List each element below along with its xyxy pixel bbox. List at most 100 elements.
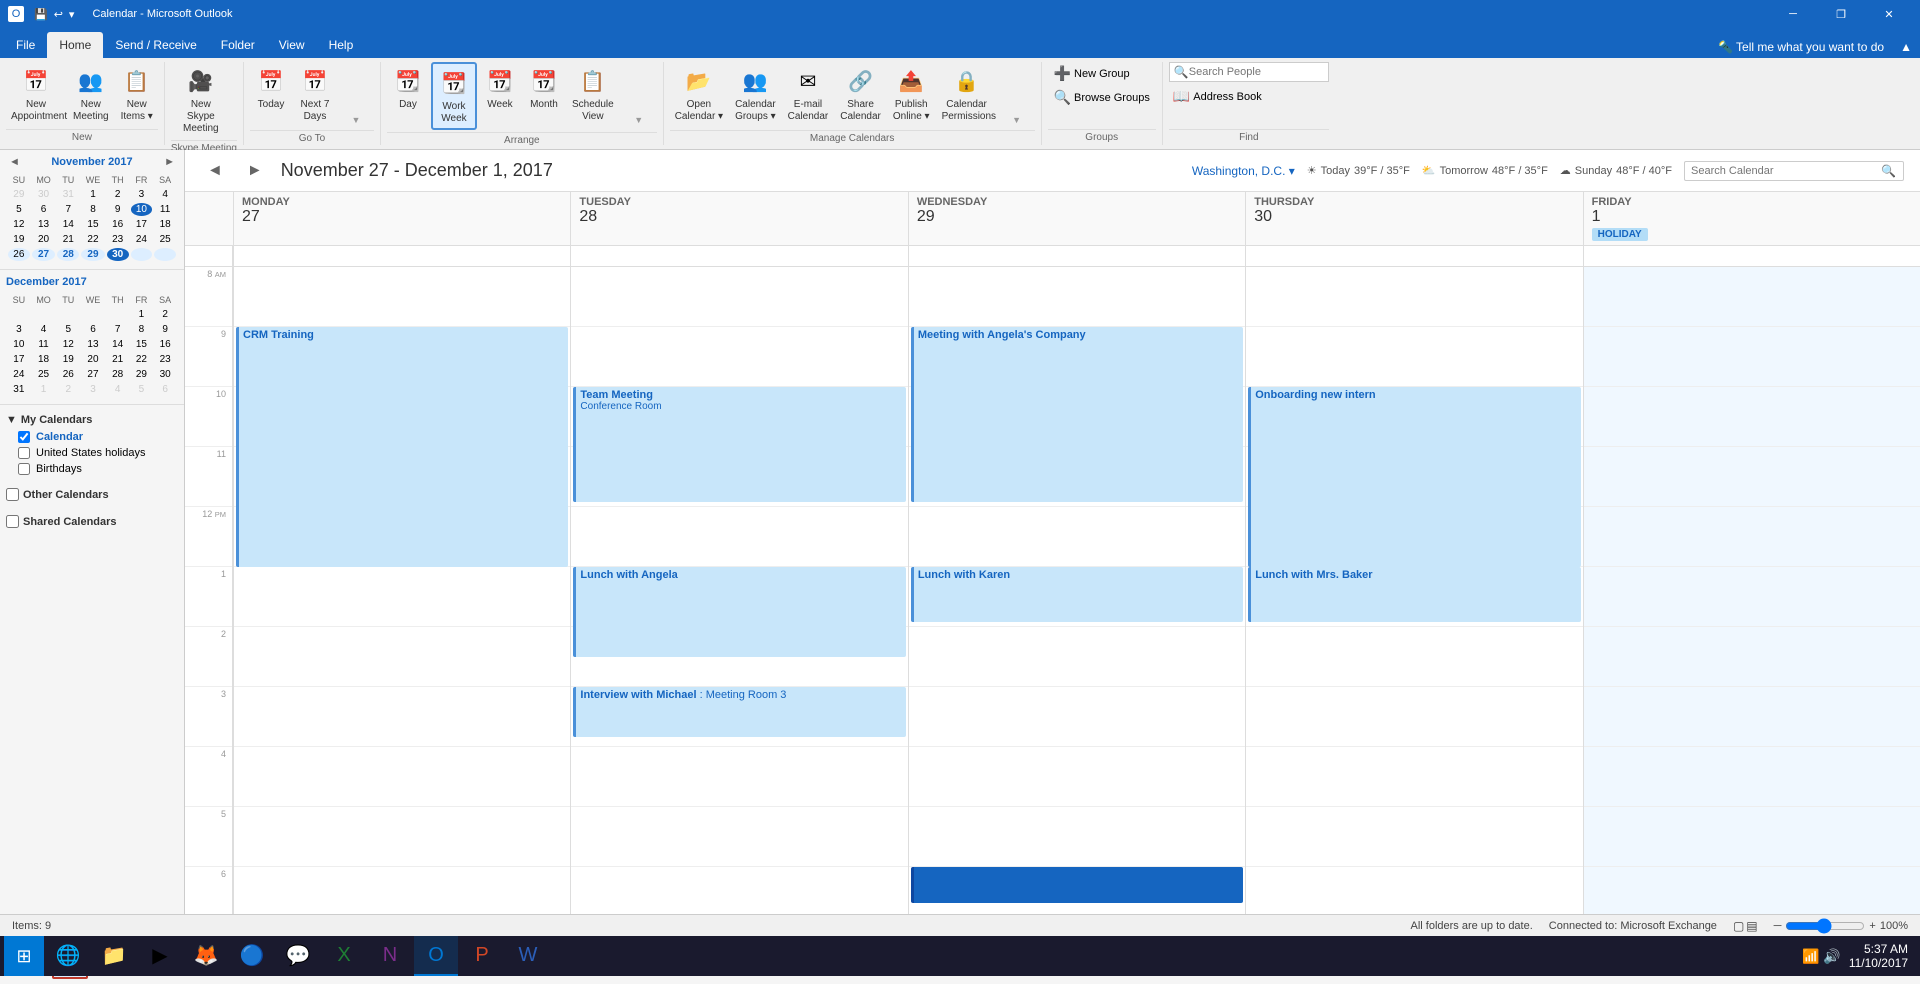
wednesday-slot-8[interactable] (909, 267, 1245, 327)
cal-day[interactable]: 31 (8, 383, 30, 396)
cal-day[interactable]: 14 (57, 218, 79, 231)
cal-day[interactable]: 2 (57, 383, 79, 396)
zoom-slider[interactable] (1785, 918, 1865, 934)
cal-day[interactable]: 28 (107, 368, 129, 381)
day-header-friday[interactable]: FRIDAY 1 Holiday (1583, 192, 1920, 245)
new-meeting-button[interactable]: 👥 NewMeeting (68, 62, 114, 126)
day-col-wednesday[interactable]: Meeting with Angela's Company Lunch with… (908, 267, 1245, 914)
day-view-button[interactable]: 📆 Day (387, 62, 429, 114)
day-col-friday[interactable] (1583, 267, 1920, 914)
cal-day[interactable]: 27 (81, 368, 105, 381)
cal-day[interactable]: 4 (32, 323, 56, 336)
cal-day[interactable]: 22 (81, 233, 105, 246)
cal-day[interactable]: 25 (154, 233, 176, 246)
thursday-slot-6[interactable] (1246, 867, 1582, 914)
tuesday-slot-6[interactable] (571, 867, 907, 914)
reading-view-button[interactable]: ▤ (1746, 919, 1757, 933)
calendar-item-birthdays[interactable]: Birthdays (6, 461, 178, 477)
cal-next-button[interactable]: ► (241, 160, 269, 182)
cal-day[interactable]: 18 (154, 218, 176, 231)
cal-day[interactable]: 21 (107, 353, 129, 366)
my-calendars-header[interactable]: ▼ My Calendars (6, 411, 178, 429)
cal-day[interactable]: 9 (154, 323, 176, 336)
cal-day[interactable]: 7 (107, 323, 129, 336)
calendar-search-input[interactable] (1691, 165, 1881, 177)
friday-slot-4[interactable] (1584, 747, 1920, 807)
thursday-slot-8[interactable] (1246, 267, 1582, 327)
prev-month-button[interactable]: ◄ (6, 156, 23, 168)
cal-day[interactable]: 22 (131, 353, 153, 366)
cal-day[interactable]: 20 (81, 353, 105, 366)
new-group-button[interactable]: ➕ New Group (1048, 62, 1156, 85)
search-icon[interactable]: 🔍 (1881, 164, 1896, 178)
cal-day[interactable] (32, 308, 56, 321)
cal-day[interactable]: 9 (107, 203, 129, 216)
cal-day[interactable]: 30 (154, 368, 176, 381)
friday-slot-10[interactable] (1584, 387, 1920, 447)
taskbar-onenote[interactable]: N (368, 936, 412, 976)
arrange-more-button[interactable]: ▼ (621, 62, 657, 128)
event-angela-company[interactable]: Meeting with Angela's Company (911, 327, 1243, 502)
thursday-slot-5[interactable] (1246, 807, 1582, 867)
cal-day[interactable]: 23 (154, 353, 176, 366)
thursday-slot-4[interactable] (1246, 747, 1582, 807)
allday-monday[interactable] (233, 246, 570, 266)
event-dark-blue[interactable] (911, 867, 1243, 903)
calendar-permissions-button[interactable]: 🔒 CalendarPermissions (937, 62, 997, 126)
friday-slot-6[interactable] (1584, 867, 1920, 914)
monday-slot-2[interactable] (234, 627, 570, 687)
tuesday-slot-8[interactable] (571, 267, 907, 327)
restore-button[interactable]: ❐ (1818, 0, 1864, 28)
tab-help[interactable]: Help (317, 32, 366, 58)
zoom-out-button[interactable]: ─ (1774, 920, 1782, 932)
cal-day[interactable]: 19 (8, 233, 30, 246)
tuesday-slot-4[interactable] (571, 747, 907, 807)
new-skype-meeting-button[interactable]: 🎥 New SkypeMeeting (171, 62, 231, 138)
taskbar-outlook[interactable]: O (414, 936, 458, 976)
tab-file[interactable]: File (4, 32, 47, 58)
taskbar-excel[interactable]: X (322, 936, 366, 976)
schedule-view-button[interactable]: 📋 ScheduleView (567, 62, 619, 126)
cal-day[interactable]: 5 (131, 383, 153, 396)
cal-day[interactable]: 19 (57, 353, 79, 366)
cal-day[interactable]: 2 (107, 188, 129, 201)
cal-day[interactable]: 6 (81, 323, 105, 336)
friday-slot-2[interactable] (1584, 627, 1920, 687)
cal-day[interactable]: 4 (154, 188, 176, 201)
event-lunch-angela[interactable]: Lunch with Angela (573, 567, 905, 657)
calendar-item-calendar[interactable]: Calendar (6, 429, 178, 445)
cal-day[interactable]: 4 (107, 383, 129, 396)
cal-day[interactable]: 17 (131, 218, 153, 231)
cal-day[interactable]: 12 (8, 218, 30, 231)
cal-day[interactable]: 25 (32, 368, 56, 381)
email-calendar-button[interactable]: ✉ E-mailCalendar (783, 62, 834, 126)
cal-day[interactable]: 6 (154, 383, 176, 396)
cal-day[interactable]: 3 (81, 383, 105, 396)
monday-slot-6[interactable] (234, 867, 570, 914)
allday-tuesday[interactable] (570, 246, 907, 266)
event-lunch-mrs-baker[interactable]: Lunch with Mrs. Baker (1248, 567, 1580, 622)
taskbar-ie[interactable]: 🌐 (46, 936, 90, 976)
friday-slot-12[interactable] (1584, 507, 1920, 567)
tuesday-slot-12[interactable] (571, 507, 907, 567)
next-month-button[interactable]: ► (161, 156, 178, 168)
cal-day[interactable]: 23 (107, 233, 129, 246)
taskbar-media[interactable]: ▶ (138, 936, 182, 976)
thursday-slot-2[interactable] (1246, 627, 1582, 687)
taskbar-skype[interactable]: 💬 (276, 936, 320, 976)
event-lunch-karen[interactable]: Lunch with Karen (911, 567, 1243, 622)
us-holidays-checkbox[interactable] (18, 447, 30, 459)
cal-day[interactable]: 1 (131, 308, 153, 321)
monday-slot-8[interactable] (234, 267, 570, 327)
event-team-meeting[interactable]: Team Meeting Conference Room (573, 387, 905, 502)
cal-day[interactable]: 5 (57, 323, 79, 336)
cal-day[interactable]: 5 (8, 203, 30, 216)
other-cals-checkbox[interactable] (6, 488, 19, 501)
calendar-search-box[interactable]: 🔍 (1684, 161, 1904, 181)
taskbar-word[interactable]: W (506, 936, 550, 976)
thursday-slot-3[interactable] (1246, 687, 1582, 747)
cal-day[interactable]: 29 (81, 248, 105, 261)
close-button[interactable]: ✕ (1866, 0, 1912, 28)
cal-day[interactable]: 1 (32, 383, 56, 396)
cal-day[interactable] (107, 308, 129, 321)
